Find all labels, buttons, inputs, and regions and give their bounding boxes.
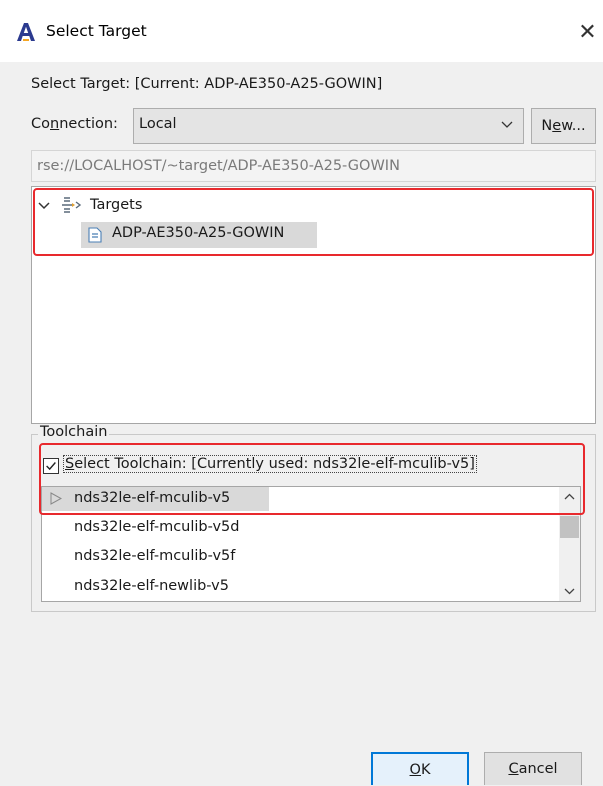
connection-label: Connection: bbox=[31, 116, 118, 132]
scrollbar-thumb[interactable] bbox=[560, 516, 579, 538]
new-connection-button[interactable]: New... bbox=[531, 108, 596, 144]
chevron-down-icon bbox=[501, 121, 513, 128]
highlight-box bbox=[33, 188, 594, 256]
toolchain-item[interactable]: nds32le-elf-newlib-v5 bbox=[74, 578, 229, 594]
ok-button[interactable]: OK bbox=[371, 752, 469, 785]
current-target-label: Select Target: [Current: ADP-AE350-A25-G… bbox=[31, 76, 383, 92]
toolchain-item[interactable]: nds32le-elf-mculib-v5d bbox=[74, 519, 239, 535]
connection-dropdown[interactable] bbox=[133, 108, 524, 144]
toolchain-group-label: Toolchain bbox=[38, 424, 110, 440]
target-path-field: rse://LOCALHOST/~target/ADP-AE350-A25-GO… bbox=[31, 150, 596, 182]
cancel-button[interactable]: Cancel bbox=[484, 752, 582, 785]
close-button[interactable]: ✕ bbox=[572, 16, 603, 50]
window-title: Select Target bbox=[46, 22, 147, 40]
connection-value: Local bbox=[139, 116, 177, 132]
scroll-down-icon[interactable] bbox=[559, 581, 580, 601]
close-icon: ✕ bbox=[578, 20, 597, 45]
highlight-box bbox=[39, 443, 585, 515]
toolchain-item[interactable]: nds32le-elf-mculib-v5f bbox=[74, 548, 235, 564]
app-logo-icon bbox=[17, 23, 35, 41]
